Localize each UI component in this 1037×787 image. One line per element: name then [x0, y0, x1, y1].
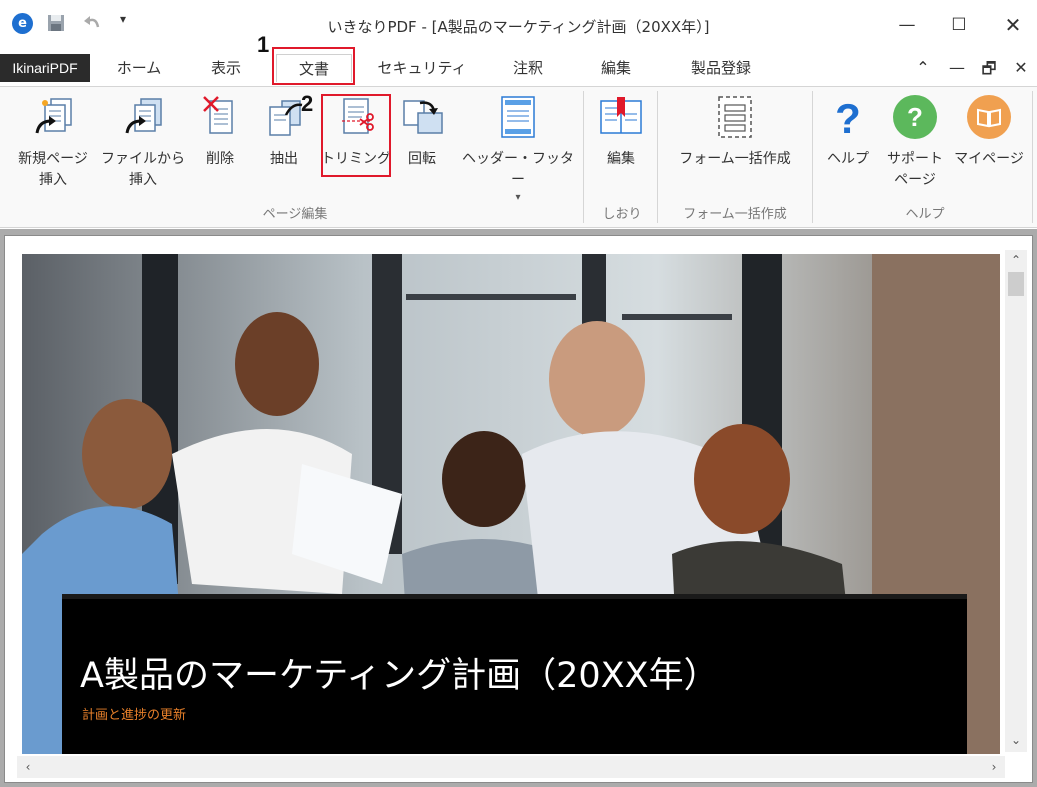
document-title: A製品のマーケティング計画（20XX年） — [80, 656, 719, 696]
scroll-right-icon[interactable]: › — [983, 757, 1005, 777]
tab-view[interactable]: 表示 — [198, 54, 254, 82]
scroll-down-icon[interactable]: ⌄ — [1005, 730, 1027, 750]
close-button[interactable]: ✕ — [990, 8, 1036, 42]
insert-from-file-label-2: 挿入 — [129, 172, 157, 188]
document-viewer: A製品のマーケティング計画（20XX年） 計画と進捗の更新 ⌃ ⌄ ‹ › — [0, 229, 1037, 787]
mypage-label: マイページ — [954, 151, 1024, 167]
quick-access-dropdown-icon[interactable]: ▾ — [120, 12, 126, 26]
form-batch-create-button[interactable]: フォーム一括作成 — [664, 93, 806, 170]
bookmark-edit-button[interactable]: 編集 — [592, 93, 650, 170]
ribbon-panel: 新規ページ 挿入 ファイルから 挿入 削除 抽出 2 トリミング 回転 ヘッダー… — [0, 86, 1037, 228]
svg-text:?: ? — [907, 102, 923, 132]
support-question-icon: ? — [893, 95, 937, 139]
scroll-left-icon[interactable]: ‹ — [17, 757, 39, 777]
ribbon-separator — [1032, 91, 1033, 223]
ribbon-collapse-icon[interactable]: ⌃ — [912, 58, 934, 77]
doc-restore-icon[interactable]: 🗗 — [978, 58, 1000, 85]
tab-home[interactable]: ホーム — [108, 54, 170, 82]
vertical-scroll-thumb[interactable] — [1008, 272, 1024, 296]
insert-new-page-label-1: 新規ページ — [18, 151, 88, 167]
delete-page-button[interactable]: 削除 — [190, 93, 250, 170]
ribbon-separator — [583, 91, 584, 223]
group-label-bookmark: しおり — [602, 207, 642, 222]
form-batch-create-label: フォーム一括作成 — [679, 151, 791, 167]
horizontal-scrollbar[interactable]: ‹ › — [17, 756, 1005, 778]
tab-edit[interactable]: 編集 — [588, 54, 644, 82]
minimize-button[interactable]: — — [884, 8, 930, 42]
tab-file[interactable]: IkinariPDF — [0, 54, 90, 82]
insert-from-file-button[interactable]: ファイルから 挿入 — [100, 93, 186, 191]
help-question-icon: ? — [835, 95, 861, 141]
mypage-book-icon — [967, 95, 1011, 139]
tab-annotation[interactable]: 注釈 — [500, 54, 556, 82]
vertical-scrollbar[interactable]: ⌃ ⌄ — [1005, 250, 1027, 752]
help-label: ヘルプ — [827, 151, 869, 167]
header-footer-label: ヘッダー・フッター — [462, 151, 574, 188]
rotate-page-label: 回転 — [408, 151, 436, 167]
form-batch-icon — [718, 96, 752, 138]
support-page-button[interactable]: ? サポート ページ — [880, 93, 950, 191]
document-subtitle: 計画と進捗の更新 — [82, 708, 187, 723]
extract-page-label: 抽出 — [270, 151, 298, 167]
rotate-page-button[interactable]: 回転 — [396, 93, 448, 170]
delete-page-icon — [203, 96, 233, 134]
help-button[interactable]: ? ヘルプ — [822, 93, 874, 170]
mypage-button[interactable]: マイページ — [952, 93, 1026, 170]
scroll-up-icon[interactable]: ⌃ — [1005, 250, 1027, 270]
support-page-label-1: サポート — [887, 151, 943, 167]
maximize-button[interactable]: ☐ — [936, 8, 982, 42]
title-bar: e ▾ いきなりPDF - [A製品のマーケティング計画（20XX年）] — ☐… — [0, 0, 1037, 48]
ribbon-separator — [657, 91, 658, 223]
pdf-page[interactable]: A製品のマーケティング計画（20XX年） 計画と進捗の更新 — [22, 254, 1000, 754]
support-page-label-2: ページ — [894, 172, 936, 188]
insert-new-page-button[interactable]: 新規ページ 挿入 — [10, 93, 96, 191]
callout-number-2: 2 — [301, 91, 314, 116]
save-icon[interactable] — [46, 13, 66, 33]
document-title-block: A製品のマーケティング計画（20XX年） 計画と進捗の更新 — [62, 594, 967, 754]
ribbon-tab-bar: IkinariPDF ホーム 表示 文書 セキュリティ 注釈 編集 製品登録 ⌃… — [0, 48, 1037, 86]
insert-new-page-label-2: 挿入 — [39, 172, 67, 188]
tab-security[interactable]: セキュリティ — [372, 54, 472, 82]
bookmark-book-icon — [600, 97, 642, 134]
doc-minimize-icon[interactable]: — — [946, 58, 968, 77]
svg-text:?: ? — [835, 95, 861, 141]
bookmark-edit-label: 編集 — [607, 151, 635, 167]
window-title: いきなりPDF - [A製品のマーケティング計画（20XX年）] — [327, 18, 710, 36]
group-label-page-edit: ページ編集 — [262, 207, 328, 222]
group-label-help: ヘルプ — [905, 207, 945, 222]
ribbon-separator — [812, 91, 813, 223]
new-page-icon — [35, 98, 72, 134]
callout-box-document-tab — [272, 47, 355, 85]
callout-number-1: 1 — [257, 32, 270, 57]
group-label-form: フォーム一括作成 — [683, 207, 787, 222]
header-footer-button[interactable]: ヘッダー・フッター ▾ — [456, 93, 580, 205]
document-frame: A製品のマーケティング計画（20XX年） 計画と進捗の更新 ⌃ ⌄ ‹ › — [4, 235, 1033, 783]
header-footer-icon — [501, 96, 535, 138]
app-logo-icon[interactable]: e — [12, 13, 33, 34]
insert-from-file-label-1: ファイルから — [101, 151, 185, 167]
callout-box-trimming — [321, 94, 391, 177]
delete-page-label: 削除 — [206, 151, 234, 167]
undo-icon[interactable] — [82, 13, 102, 33]
doc-close-icon[interactable]: ✕ — [1010, 58, 1032, 77]
tab-product-register[interactable]: 製品登録 — [676, 54, 766, 82]
rotate-page-icon — [403, 100, 443, 134]
insert-file-icon — [125, 98, 162, 134]
